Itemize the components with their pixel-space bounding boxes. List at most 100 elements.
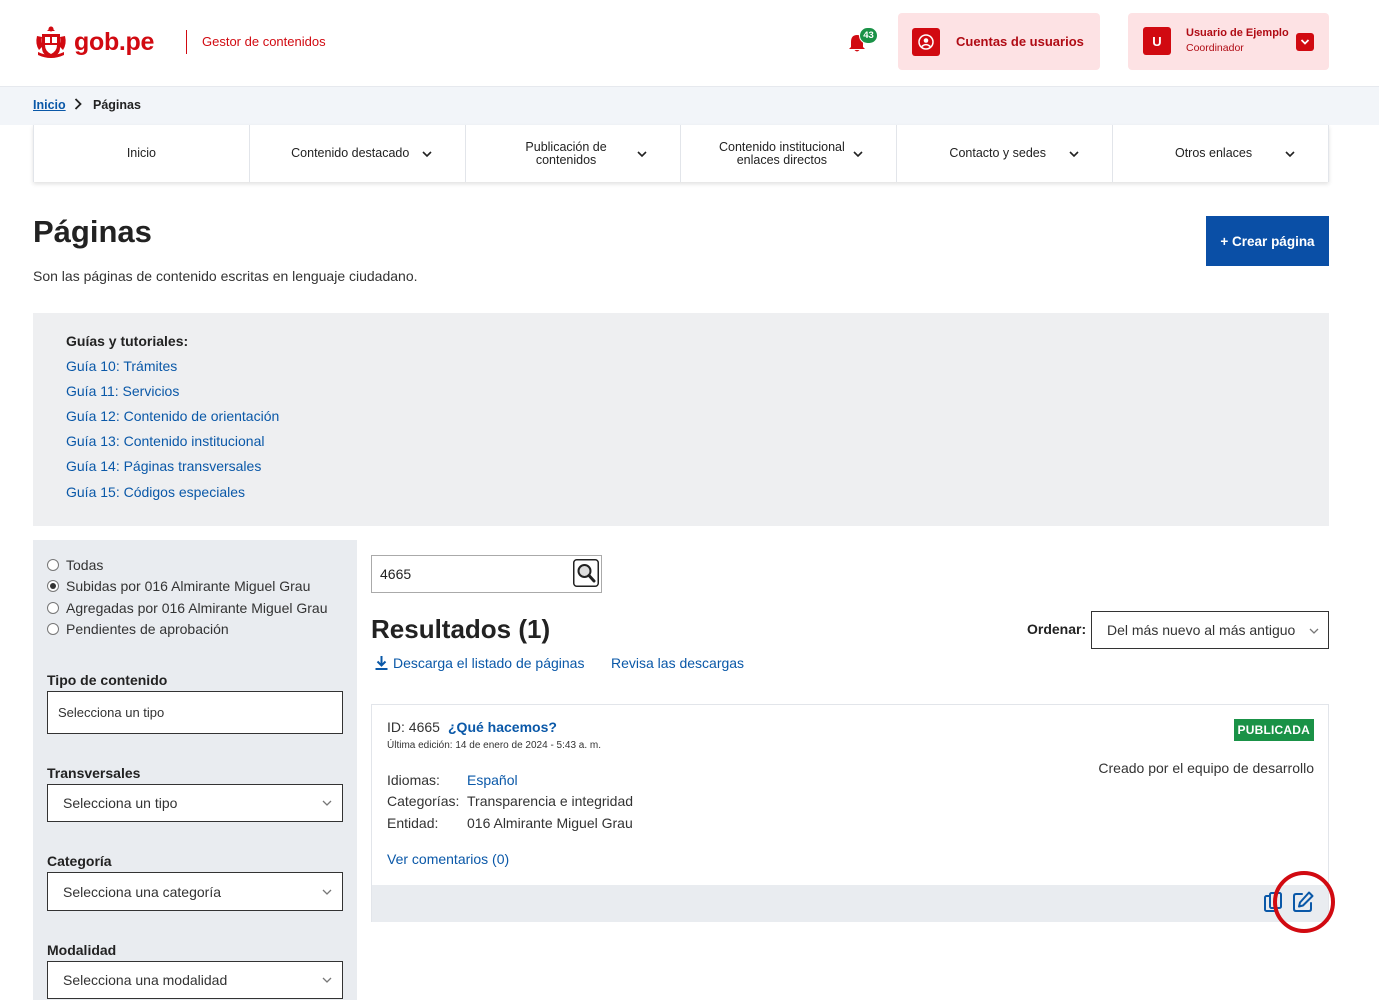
filter-radio-pendientes[interactable]: Pendientes de aprobación (47, 621, 229, 637)
filter-radio-subidas[interactable]: Subidas por 016 Almirante Miguel Grau (47, 578, 310, 594)
order-label: Ordenar: (1027, 621, 1087, 637)
main-nav: Inicio Contenido destacado Publicación d… (33, 125, 1329, 182)
radio-label: Agregadas por 016 Almirante Miguel Grau (66, 600, 328, 616)
radio-button[interactable] (47, 559, 59, 571)
page-description: Son las páginas de contenido escritas en… (33, 268, 418, 284)
modality-value: Selecciona una modalidad (63, 972, 228, 988)
create-page-button[interactable]: + Crear página (1206, 216, 1329, 266)
nav-item-contenido-destacado[interactable]: Contenido destacado (250, 125, 466, 182)
guides-title: Guías y tutoriales: (66, 333, 189, 349)
nav-item-publicacion[interactable]: Publicación de contenidos (466, 125, 682, 182)
chevron-right-icon (74, 98, 82, 110)
user-circle-icon (912, 27, 940, 56)
app-subtitle: Gestor de contenidos (202, 34, 326, 49)
radio-label: Subidas por 016 Almirante Miguel Grau (66, 578, 311, 594)
page-title: Páginas (33, 214, 152, 249)
guide-link[interactable]: Guía 12: Contenido de orientación (66, 408, 279, 424)
chevron-down-icon (853, 151, 863, 158)
filter-radio-todas[interactable]: Todas (47, 557, 103, 573)
transversal-select[interactable]: Selecciona un tipo (47, 784, 343, 822)
created-by: Creado por el equipo de desarrollo (1098, 760, 1314, 776)
nav-item-label: Otros enlaces (1174, 146, 1253, 160)
user-accounts-button[interactable]: Cuentas de usuarios (898, 13, 1100, 70)
radio-button-selected[interactable] (47, 580, 59, 592)
app-header: gob.pe Gestor de contenidos 43 Cuentas d… (0, 0, 1379, 87)
notification-count-badge: 43 (859, 27, 878, 44)
transversal-label: Transversales (47, 765, 141, 781)
nav-item-label: Contenido destacado (291, 146, 410, 160)
chevron-down-icon (1285, 151, 1295, 158)
category-value: Selecciona una categoría (63, 883, 221, 900)
nav-item-label: Contenido institucional enlaces directos (719, 139, 845, 167)
nav-item-label: Contacto y sedes (949, 146, 1047, 160)
logo-divider (186, 30, 187, 54)
download-list-label: Descarga el listado de páginas (393, 655, 585, 671)
status-badge: PUBLICADA (1233, 719, 1314, 741)
user-menu-button[interactable]: U Usuario de Ejemplo Coordinador (1128, 13, 1329, 70)
guide-link[interactable]: Guía 14: Páginas transversales (66, 458, 261, 474)
chevron-down-icon (637, 151, 648, 158)
chevron-down-icon (1296, 33, 1314, 51)
chevron-down-icon (322, 977, 332, 983)
guides-panel: Guías y tutoriales: Guía 10: Trámites Gu… (33, 313, 1329, 526)
breadcrumb: Inicio Páginas (0, 87, 1379, 125)
user-role: Coordinador (1186, 42, 1244, 54)
results-heading: Resultados (1) (371, 614, 551, 644)
search-input[interactable] (372, 556, 572, 592)
chevron-down-icon (1309, 628, 1319, 634)
order-value: Del más nuevo al más antiguo (1107, 622, 1296, 638)
filters-sidebar: Todas Subidas por 016 Almirante Miguel G… (33, 540, 357, 1000)
filter-radio-agregadas[interactable]: Agregadas por 016 Almirante Miguel Grau (47, 600, 327, 616)
category-label: Categoría (47, 853, 112, 869)
page-id: ID: 4665 (387, 719, 440, 735)
view-comments-link[interactable]: Ver comentarios (0) (387, 851, 509, 867)
entity-value: 016 Almirante Miguel Grau (467, 815, 633, 831)
modality-select[interactable]: Selecciona una modalidad (47, 961, 343, 999)
guide-link[interactable]: Guía 10: Trámites (66, 358, 177, 374)
chevron-down-icon (322, 889, 332, 895)
chevron-down-icon (1069, 151, 1079, 158)
download-list-link[interactable]: Descarga el listado de páginas (374, 655, 584, 671)
breadcrumb-home-link[interactable]: Inicio (33, 98, 66, 112)
guide-link[interactable]: Guía 11: Servicios (66, 383, 179, 399)
radio-button[interactable] (47, 602, 59, 614)
nav-item-contacto-sedes[interactable]: Contacto y sedes (897, 125, 1114, 182)
nav-item-inicio[interactable]: Inicio (34, 125, 250, 182)
entity-label: Entidad: (387, 815, 439, 831)
radio-label: Todas (66, 557, 104, 573)
breadcrumb-current: Páginas (93, 98, 141, 112)
edit-icon[interactable] (1291, 890, 1315, 914)
copy-icon[interactable] (1263, 891, 1285, 915)
nav-item-label: Publicación de contenidos (525, 139, 607, 167)
radio-label: Pendientes de aprobación (66, 621, 229, 637)
category-select[interactable]: Selecciona una categoría (47, 872, 343, 911)
modality-label: Modalidad (47, 942, 117, 958)
result-card: ID: 4665 ¿Qué hacemos? Última edición: 1… (371, 704, 1329, 922)
radio-button[interactable] (47, 623, 59, 635)
coat-of-arms-icon (36, 26, 66, 58)
content-type-value: Selecciona un tipo (58, 705, 165, 720)
gobpe-logo[interactable]: gob.pe (33, 24, 154, 60)
chevron-down-icon (322, 800, 332, 806)
content-type-field[interactable]: Selecciona un tipo (47, 691, 343, 734)
categories-value: Transparencia e integridad (467, 793, 634, 809)
transversal-value: Selecciona un tipo (63, 795, 178, 811)
chevron-down-icon (422, 151, 432, 158)
logo-wordmark: gob.pe (74, 27, 155, 56)
guide-link[interactable]: Guía 15: Códigos especiales (66, 484, 245, 500)
review-downloads-link[interactable]: Revisa las descargas (611, 655, 744, 671)
user-accounts-label: Cuentas de usuarios (956, 34, 1084, 49)
language-link[interactable]: Español (467, 772, 518, 788)
user-avatar: U (1143, 27, 1171, 55)
search-icon[interactable] (573, 559, 599, 587)
page-title-link[interactable]: ¿Qué hacemos? (448, 719, 557, 735)
last-edit-timestamp: Última edición: 14 de enero de 2024 - 5:… (387, 740, 602, 751)
search-box (371, 555, 602, 593)
nav-item-otros-enlaces[interactable]: Otros enlaces (1113, 125, 1329, 182)
nav-item-contenido-institucional[interactable]: Contenido institucional enlaces directos (681, 125, 898, 182)
content-type-label: Tipo de contenido (47, 672, 168, 688)
guide-link[interactable]: Guía 13: Contenido institucional (66, 433, 264, 449)
order-select[interactable]: Del más nuevo al más antiguo (1091, 611, 1329, 649)
languages-label: Idiomas: (387, 772, 440, 788)
user-name: Usuario de Ejemplo (1186, 27, 1289, 39)
